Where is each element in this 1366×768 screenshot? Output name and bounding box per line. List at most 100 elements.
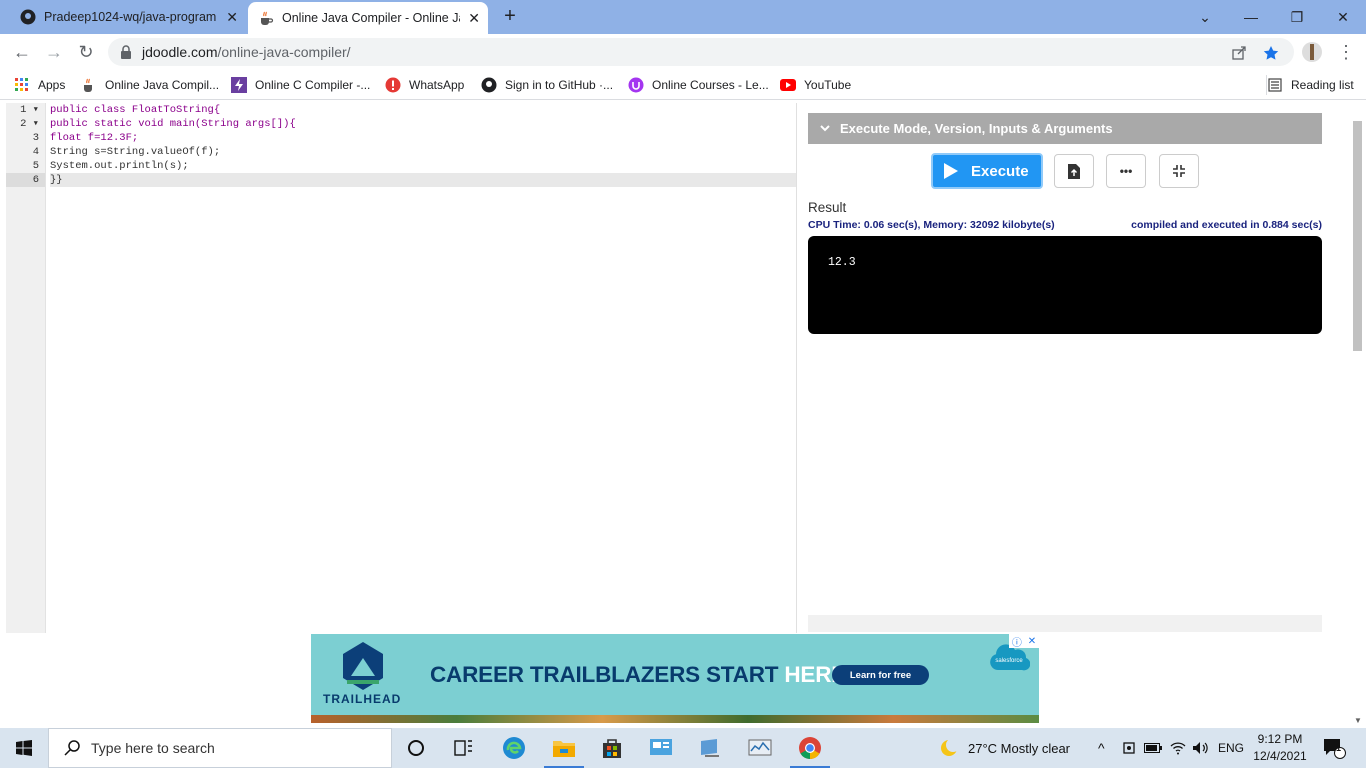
- collapse-button[interactable]: [1159, 154, 1199, 188]
- page-scroll-down-icon[interactable]: ▼: [1350, 712, 1366, 728]
- code-area[interactable]: public class FloatToString{ public stati…: [50, 103, 796, 187]
- execution-stats: CPU Time: 0.06 sec(s), Memory: 32092 kil…: [808, 219, 1322, 231]
- new-tab-button[interactable]: +: [500, 6, 520, 26]
- address-bar[interactable]: jdoodle.com/online-java-compiler/: [108, 38, 1294, 66]
- volume-icon[interactable]: [1192, 728, 1210, 768]
- bookmark-online-courses[interactable]: Online Courses - Le...: [628, 75, 769, 95]
- line-number: 5: [32, 160, 39, 172]
- battery-icon[interactable]: [1144, 728, 1162, 768]
- ad-choices[interactable]: ⓘ ✕: [1009, 634, 1039, 649]
- tab-github[interactable]: Pradeep1024-wq/java-program ✕: [10, 0, 246, 34]
- wifi-icon[interactable]: [1170, 728, 1186, 768]
- performance-monitor-icon[interactable]: [736, 728, 784, 768]
- close-icon[interactable]: ✕: [226, 9, 238, 26]
- bookmark-label: Sign in to GitHub ·...: [505, 78, 614, 92]
- file-upload-icon: [1068, 163, 1080, 179]
- language-indicator[interactable]: ENG: [1218, 728, 1244, 768]
- line-gutter: 1 ▾ 2 ▾ 3 4 5 6: [6, 103, 46, 633]
- meet-now-icon[interactable]: [1122, 728, 1136, 768]
- ad-close-icon[interactable]: ✕: [1028, 636, 1036, 647]
- advertisement-banner[interactable]: CAREER TRAILBLAZERS START HERE. Learn fo…: [311, 634, 1039, 723]
- clock-time: 9:12 PM: [1257, 732, 1303, 746]
- bookmark-github[interactable]: Sign in to GitHub ·...: [481, 75, 613, 95]
- panel-scrollbar[interactable]: [1350, 113, 1364, 633]
- weather-text: 27°C Mostly clear: [968, 740, 1071, 756]
- task-view-icon[interactable]: [440, 728, 488, 768]
- github-icon: [481, 77, 497, 93]
- bookmark-label: YouTube: [804, 78, 852, 92]
- star-icon[interactable]: [1262, 44, 1280, 62]
- svg-text:salesforce: salesforce: [995, 658, 1023, 664]
- url-host: jdoodle.com: [142, 44, 218, 60]
- taskbar-search-box[interactable]: Type here to search: [48, 728, 392, 768]
- bookmarks-bar: Apps Online Java Compil... Online C Comp…: [0, 70, 1366, 100]
- compile-time-stats: compiled and executed in 0.884 sec(s): [1131, 219, 1322, 231]
- moon-icon: [941, 738, 960, 756]
- back-arrow-icon[interactable]: ←: [10, 40, 34, 64]
- reload-icon[interactable]: ↻: [74, 40, 98, 64]
- code-line[interactable]: System.out.println(s);: [50, 159, 796, 173]
- code-editor[interactable]: 1 ▾ 2 ▾ 3 4 5 6 public class FloatToStri…: [6, 103, 797, 633]
- scrollbar-thumb[interactable]: [1353, 121, 1362, 351]
- code-line[interactable]: float f=12.3F;: [50, 131, 796, 145]
- line-number: 2 ▾: [20, 118, 39, 130]
- cpu-memory-stats: CPU Time: 0.06 sec(s), Memory: 32092 kil…: [808, 219, 1055, 231]
- code-line[interactable]: String s=String.valueOf(f);: [50, 145, 796, 159]
- apps-grid-icon: [14, 77, 30, 93]
- lightning-icon: [231, 77, 247, 93]
- profile-avatar[interactable]: [1300, 40, 1324, 64]
- alert-icon: [385, 77, 401, 93]
- browser-toolbar: ← → ↻ jdoodle.com/online-java-compiler/ …: [0, 34, 1366, 70]
- file-explorer-icon[interactable]: [540, 728, 588, 768]
- execute-label: Execute: [971, 162, 1029, 180]
- lock-icon: [120, 45, 132, 59]
- more-options-button[interactable]: •••: [1106, 154, 1146, 188]
- bookmark-c-compiler[interactable]: Online C Compiler -...: [231, 75, 370, 95]
- minimize-button[interactable]: —: [1228, 0, 1274, 34]
- code-line[interactable]: }}: [50, 173, 796, 187]
- reading-list-label: Reading list: [1291, 78, 1354, 92]
- reading-list-button[interactable]: Reading list: [1266, 75, 1354, 95]
- close-window-button[interactable]: ✕: [1320, 0, 1366, 34]
- bookmark-whatsapp[interactable]: WhatsApp: [385, 75, 464, 95]
- salesforce-logo: salesforce: [990, 644, 1030, 671]
- save-file-button[interactable]: [1054, 154, 1094, 188]
- java-cup-icon: [258, 10, 274, 26]
- bookmark-java-compiler[interactable]: Online Java Compil...: [81, 75, 219, 95]
- tab-jdoodle[interactable]: Online Java Compiler - Online Jav ✕: [248, 2, 488, 34]
- search-icon: [64, 740, 80, 756]
- bookmark-label: Online Courses - Le...: [652, 78, 769, 92]
- reading-list-icon: [1267, 77, 1283, 93]
- weather-widget[interactable]: 27°C Mostly clear: [938, 728, 1070, 768]
- forward-arrow-icon[interactable]: →: [42, 40, 66, 64]
- microsoft-store-icon[interactable]: [588, 728, 636, 768]
- browser-titlebar: Pradeep1024-wq/java-program ✕ Online Jav…: [0, 0, 1366, 34]
- execute-options-header[interactable]: Execute Mode, Version, Inputs & Argument…: [808, 113, 1322, 144]
- bookmark-apps[interactable]: Apps: [14, 75, 65, 95]
- show-hidden-icons[interactable]: ^: [1098, 728, 1105, 768]
- taskbar-clock[interactable]: 9:12 PM 12/4/2021: [1248, 728, 1312, 768]
- cortana-icon[interactable]: [392, 728, 440, 768]
- edge-browser-icon[interactable]: [490, 728, 538, 768]
- tab-search-icon[interactable]: ⌄: [1182, 0, 1228, 34]
- notification-center-icon[interactable]: 1: [1322, 728, 1346, 768]
- bookmark-label: WhatsApp: [409, 78, 465, 92]
- system-settings-app-icon[interactable]: [637, 728, 685, 768]
- menu-dots-icon[interactable]: ⋮: [1334, 40, 1358, 64]
- ad-brand: TRAILHEAD: [323, 692, 402, 706]
- bookmark-youtube[interactable]: YouTube: [780, 75, 851, 95]
- share-icon[interactable]: [1230, 44, 1248, 62]
- code-line[interactable]: public static void main(String args[]){: [50, 117, 796, 131]
- ad-headline-main: CAREER TRAILBLAZERS START: [430, 662, 785, 687]
- learn-for-free-button[interactable]: Learn for free: [832, 665, 929, 685]
- execute-button[interactable]: Execute: [931, 153, 1043, 189]
- restore-button[interactable]: ❐: [1274, 0, 1320, 34]
- close-icon[interactable]: ✕: [468, 10, 480, 27]
- code-line[interactable]: public class FloatToString{: [50, 103, 796, 117]
- line-number: 3: [32, 132, 39, 144]
- panel-horizontal-scrollbar[interactable]: [808, 615, 1322, 632]
- remote-desktop-icon[interactable]: [687, 728, 735, 768]
- windows-start-button[interactable]: [0, 728, 48, 768]
- ad-info-icon[interactable]: ⓘ: [1012, 634, 1022, 649]
- chrome-icon[interactable]: [786, 728, 834, 768]
